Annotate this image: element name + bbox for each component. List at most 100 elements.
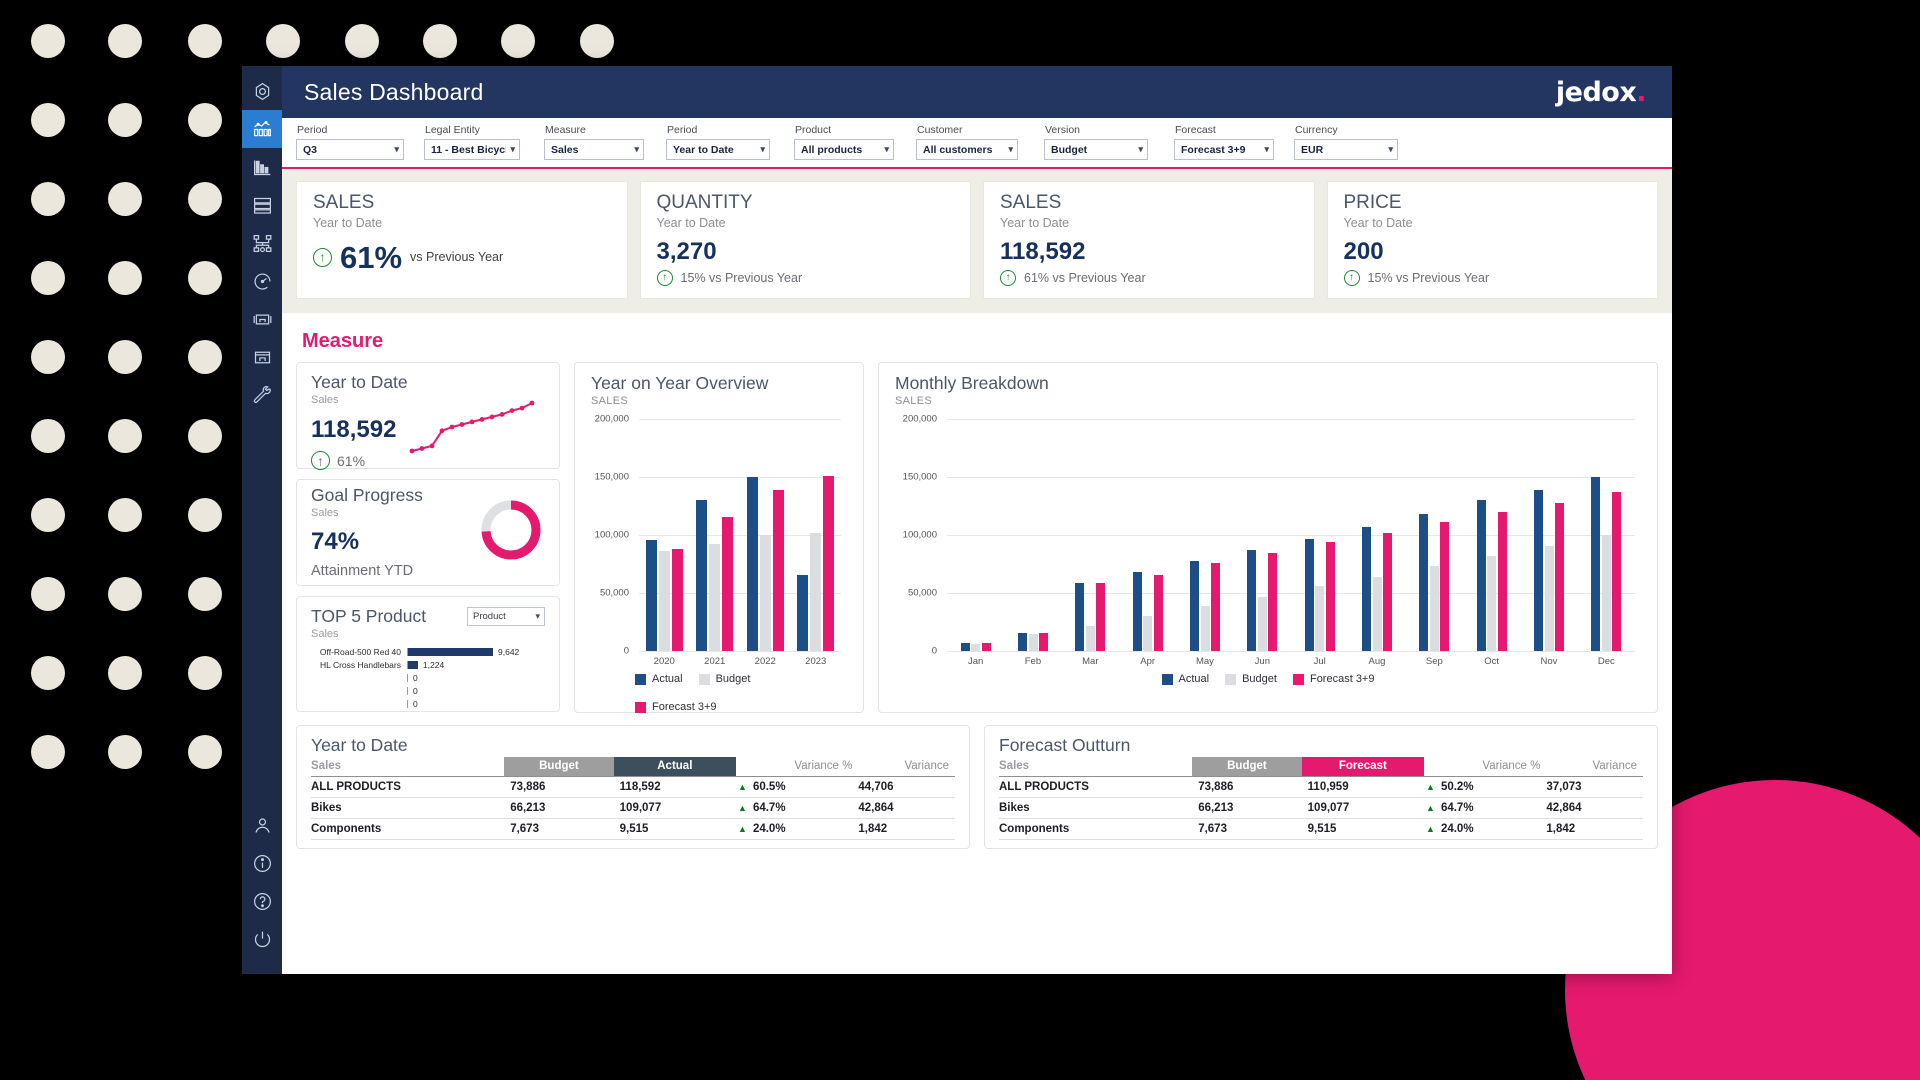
row-variance-pct: ▲60.5% (736, 776, 858, 797)
row-name: Bikes (999, 797, 1192, 818)
background-dot (108, 498, 142, 532)
goal-value: 74% (311, 528, 477, 556)
background-dot (188, 419, 222, 453)
sidebar-bottom-group (242, 806, 282, 958)
x-axis-tick-label: 2022 (740, 656, 791, 667)
filter-period-3: PeriodYear to Date▾ (666, 124, 770, 160)
filter-select-period[interactable]: Year to Date▾ (666, 139, 770, 160)
sidebar-item-scheduler[interactable] (242, 262, 282, 300)
sidebar-item-workbench[interactable] (242, 338, 282, 376)
filter-select-legal-entity[interactable]: 11 - Best Bicycle ▾ (424, 139, 520, 160)
legend-label: Forecast 3+9 (1310, 673, 1375, 685)
x-axis-tick-label: Oct (1463, 656, 1520, 667)
arrow-up-icon: ↑ (1000, 270, 1016, 286)
filter-select-measure[interactable]: Sales▾ (544, 139, 644, 160)
table-header-budget: Budget (1192, 757, 1301, 776)
data-table: SalesBudgetForecastVariance %VarianceALL… (999, 757, 1643, 840)
filter-customer-5: CustomerAll customers▾ (916, 124, 1018, 160)
info-icon[interactable] (242, 844, 282, 882)
background-dot (31, 735, 65, 769)
table-row: Bikes66,213109,077▲64.7%42,864 (311, 797, 955, 818)
legend-swatch (635, 674, 646, 685)
yoy-title: Year on Year Overview (591, 374, 847, 393)
table-header-variance-pct: Variance % (1424, 757, 1546, 776)
sidebar-item-analytics[interactable] (242, 110, 282, 148)
background-dot (188, 656, 222, 690)
variance-pct-value: 50.2% (1441, 781, 1474, 793)
bar-actual-Nov (1534, 490, 1543, 651)
background-dot (108, 656, 142, 690)
filter-select-currency[interactable]: EUR▾ (1294, 139, 1398, 160)
power-icon[interactable] (242, 920, 282, 958)
filter-measure-2: MeasureSales▾ (544, 124, 644, 160)
top5-row-bar (407, 687, 408, 695)
chevron-down-icon: ▾ (1264, 144, 1269, 155)
goal-title: Goal Progress (311, 486, 477, 505)
filter-select-forecast[interactable]: Forecast 3+9▾ (1174, 139, 1274, 160)
bar-budget-Apr (1143, 616, 1152, 651)
legend-item-forecast-3-9[interactable]: Forecast 3+9 (1293, 673, 1375, 685)
filter-period-0: PeriodQ3▾ (296, 124, 404, 160)
sidebar-item-designer[interactable] (242, 300, 282, 338)
chevron-down-icon: ▾ (510, 144, 515, 155)
trend-up-triangle-icon: ▲ (738, 803, 747, 813)
bar-actual-Jul (1305, 539, 1314, 652)
bar-actual-Jun (1247, 550, 1256, 651)
bar-forecast-3-9-Nov (1555, 503, 1564, 652)
row-name: ALL PRODUCTS (999, 776, 1192, 797)
ytd-title: Year to Date (311, 373, 408, 392)
top5-row: 0 (311, 684, 545, 697)
user-icon[interactable] (242, 806, 282, 844)
filter-select-version[interactable]: Budget▾ (1044, 139, 1148, 160)
table-subtitle: Sales (999, 757, 1192, 776)
row-variance: 42,864 (858, 797, 955, 818)
help-icon[interactable] (242, 882, 282, 920)
goal-subtitle: Sales (311, 507, 477, 519)
legend-item-budget[interactable]: Budget (699, 673, 751, 685)
filter-value: All customers (923, 144, 992, 156)
bar-budget-Dec (1602, 535, 1611, 651)
filter-label: Version (1044, 124, 1148, 136)
page-title: Sales Dashboard (304, 79, 483, 106)
bar-budget-2021 (709, 544, 720, 651)
legend-swatch (1225, 674, 1236, 685)
background-dot (188, 577, 222, 611)
filter-value: 11 - Best Bicycle (431, 144, 506, 156)
filter-select-product[interactable]: All products▾ (794, 139, 894, 160)
ytd-value: 118,592 (311, 416, 408, 444)
legend-label: Actual (652, 673, 683, 685)
row-name: Components (999, 818, 1192, 839)
chevron-down-icon: ▾ (1008, 144, 1013, 155)
top5-row-value: 0 (413, 699, 418, 709)
sidebar-item-models[interactable] (242, 186, 282, 224)
kpi-note-row: ↑61% vs Previous Year (1000, 270, 1298, 286)
legend-item-actual[interactable]: Actual (635, 673, 683, 685)
sidebar-item-integrator[interactable] (242, 224, 282, 262)
table-header-actual: Actual (614, 757, 736, 776)
legend-item-actual[interactable]: Actual (1162, 673, 1210, 685)
bar-forecast-3-9-2021 (722, 517, 733, 652)
bar-budget-Jun (1258, 597, 1267, 652)
legend-item-budget[interactable]: Budget (1225, 673, 1277, 685)
arrow-up-icon: ↑ (1344, 270, 1360, 286)
filter-select-period[interactable]: Q3▾ (296, 139, 404, 160)
top5-row: 0 (311, 697, 545, 710)
sidebar-item-reports[interactable] (242, 148, 282, 186)
bottom-tables-grid: Year to DateSalesBudgetActualVariance %V… (296, 725, 1658, 849)
top5-select-value: Product (473, 611, 506, 622)
yoy-plot-area: 050,000100,000150,000200,000202020212022… (591, 413, 847, 671)
top5-row-label: HL Cross Handlebars (311, 660, 407, 670)
background-dot (108, 340, 142, 374)
filter-value: Year to Date (673, 144, 734, 156)
top5-dimension-select[interactable]: Product ▾ (467, 607, 545, 626)
legend-item-forecast-3-9[interactable]: Forecast 3+9 (635, 701, 717, 713)
logo-icon[interactable] (242, 72, 282, 110)
filter-select-customer[interactable]: All customers ▾ (916, 139, 1018, 160)
monthly-legend: Actual Budget Forecast 3+9 (895, 673, 1641, 685)
gridline (947, 535, 1635, 536)
kpi-note: vs Previous Year (410, 250, 503, 264)
y-axis-tick-label: 0 (591, 646, 629, 657)
top5-row-label: Off-Road-500 Red 40 (311, 647, 407, 657)
brand-dot: . (1636, 77, 1646, 108)
settings-wrench-icon[interactable] (242, 376, 282, 414)
